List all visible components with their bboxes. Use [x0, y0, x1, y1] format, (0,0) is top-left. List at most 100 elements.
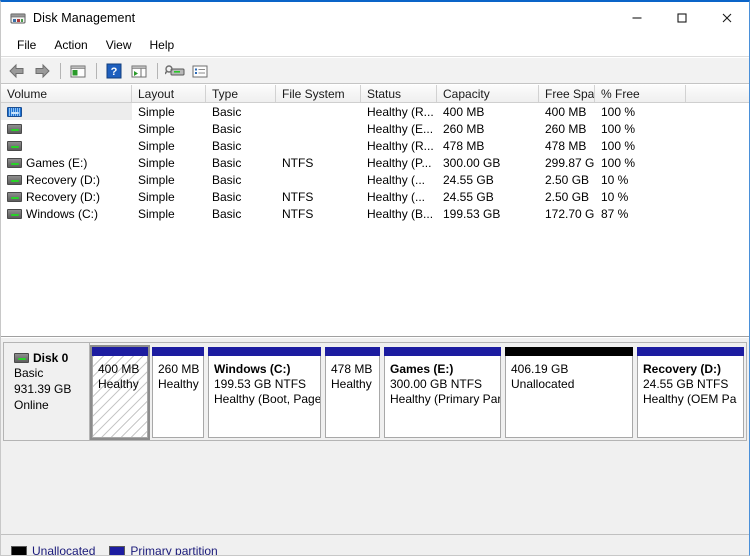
table-row[interactable]: Simple Basic Healthy (R... 400 MB 400 MB 100 … — [1, 103, 749, 120]
cell-file-system: NTFS — [282, 206, 314, 221]
cell-type: Basic — [212, 189, 242, 204]
cell-type: Basic — [212, 155, 242, 170]
properties-list-icon[interactable] — [188, 60, 212, 82]
up-one-level-icon[interactable] — [66, 60, 90, 82]
legend-swatch-primary-partition — [109, 546, 126, 555]
volume-drive-icon — [7, 140, 22, 151]
cell-file-system — [276, 137, 361, 154]
forward-arrow-icon[interactable] — [30, 60, 54, 82]
menu-file[interactable]: File — [8, 35, 45, 55]
cell-volume: Games (E:) — [1, 154, 132, 171]
cell-capacity: 478 MB — [443, 138, 485, 153]
maximize-button[interactable] — [659, 2, 704, 33]
partition-block[interactable]: Games (E:) 300.00 GB NTFS Healthy (Primary… — [384, 347, 501, 438]
cell-percent-free: 100 % — [601, 121, 636, 136]
partition-label: Games (E:) — [390, 362, 454, 376]
disk-info-panel[interactable]: Disk 0 Basic 931.39 GB Online — [3, 342, 90, 441]
cell-percent-free: 100 % — [601, 138, 636, 153]
table-row[interactable]: Recovery (D:) Simple Basic Healthy (... 24.5… — [1, 171, 749, 188]
partition-block[interactable]: 400 MB Healthy — [90, 345, 150, 440]
cell-type: Basic — [212, 172, 242, 187]
column-header-type[interactable]: Type — [206, 85, 276, 102]
volume-name: Games (E:) — [26, 155, 88, 170]
cell-layout: Simple — [138, 206, 175, 221]
partition-size: 199.53 GB NTFS — [214, 377, 307, 391]
partition-body: Windows (C:) 199.53 GB NTFS Healthy (Boot,… — [208, 356, 321, 438]
cell-free-space: 2.50 GB — [545, 172, 590, 187]
back-arrow-icon[interactable] — [5, 60, 29, 82]
volume-list-rows: Simple Basic Healthy (R... 400 MB 400 MB 100 … — [1, 103, 749, 222]
partition-status: Healthy — [158, 377, 199, 391]
column-header-volume[interactable]: Volume — [1, 85, 132, 102]
table-row[interactable]: Games (E:) Simple Basic NTFS Healthy (P... 30… — [1, 154, 749, 171]
cell-file-system — [276, 120, 361, 137]
toolbar-separator — [96, 62, 97, 79]
cell-layout: Simple — [138, 155, 175, 170]
cell-layout: Simple — [138, 189, 175, 204]
disk-status: Online — [14, 398, 49, 412]
cell-type: Basic — [212, 121, 242, 136]
cell-layout: Simple — [138, 121, 175, 136]
cell-volume: Recovery (D:) — [1, 188, 132, 205]
legend-bar: Unallocated Primary partition — [1, 534, 749, 555]
volume-name: Windows (C:) — [26, 206, 99, 221]
partition-type-bar — [505, 347, 633, 356]
cell-free-space: 299.87 GB — [545, 155, 595, 170]
legend-item-unallocated: Unallocated — [11, 544, 95, 555]
menu-view[interactable]: View — [97, 35, 141, 55]
column-header-capacity[interactable]: Capacity — [437, 85, 539, 102]
column-header-layout[interactable]: Layout — [132, 85, 206, 102]
volume-drive-icon — [7, 191, 22, 202]
partition-block[interactable]: Windows (C:) 199.53 GB NTFS Healthy (Boot,… — [208, 347, 321, 438]
cell-layout: Simple — [138, 172, 175, 187]
partition-label: Recovery (D:) — [643, 362, 722, 376]
table-row[interactable]: Recovery (D:) Simple Basic NTFS Healthy (...… — [1, 188, 749, 205]
close-button[interactable] — [704, 2, 749, 33]
cell-free-space: 2.50 GB — [545, 189, 590, 204]
help-question-icon[interactable]: ? — [102, 60, 126, 82]
legend-label-unallocated: Unallocated — [32, 544, 96, 555]
toolbar-separator — [157, 62, 158, 79]
partition-block[interactable]: Recovery (D:) 24.55 GB NTFS Healthy (OEM P… — [637, 347, 744, 438]
partition-status: Healthy — [98, 377, 139, 391]
menu-action[interactable]: Action — [45, 35, 96, 55]
partition-type-bar — [208, 347, 321, 356]
rescan-disks-icon[interactable] — [163, 60, 187, 82]
minimize-button[interactable] — [614, 2, 659, 33]
cell-status: Healthy (B... — [367, 206, 434, 221]
cell-file-system: NTFS — [282, 155, 314, 170]
cell-percent-free: 100 % — [601, 104, 636, 119]
cell-percent-free: 87 % — [601, 206, 629, 221]
column-header-percent-free[interactable]: % Free — [595, 85, 686, 102]
cell-percent-free: 10 % — [601, 172, 629, 187]
disk-size: 931.39 GB — [14, 382, 72, 396]
column-header-free-space[interactable]: Free Spa... — [539, 85, 595, 102]
column-header-file-system[interactable]: File System — [276, 85, 361, 102]
cell-capacity: 199.53 GB — [443, 206, 501, 221]
menu-bar: File Action View Help — [1, 33, 749, 57]
partition-type-bar — [325, 347, 380, 356]
table-row[interactable]: Simple Basic Healthy (E... 260 MB 260 MB 100 … — [1, 120, 749, 137]
column-header-status[interactable]: Status — [361, 85, 437, 102]
table-row[interactable]: Windows (C:) Simple Basic NTFS Healthy (B...… — [1, 205, 749, 222]
volume-list-header: Volume Layout Type File System Status Ca… — [1, 85, 749, 103]
partition-status: Unallocated — [511, 377, 575, 391]
cell-type: Basic — [212, 104, 242, 119]
partition-status: Healthy (Boot, Page — [214, 392, 321, 406]
partition-block[interactable]: 478 MB Healthy — [325, 347, 380, 438]
legend-swatch-unallocated — [11, 546, 27, 555]
cell-free-space: 400 MB — [545, 104, 587, 119]
table-row[interactable]: Simple Basic Healthy (R... 478 MB 478 MB 100 … — [1, 137, 749, 154]
volume-drive-icon — [7, 123, 22, 134]
partition-block[interactable]: 406.19 GB Unallocated — [505, 347, 633, 438]
menu-help[interactable]: Help — [141, 35, 184, 55]
cell-file-system — [276, 171, 361, 188]
show-hide-console-tree-icon[interactable] — [127, 60, 151, 82]
disk-icon — [14, 353, 29, 363]
cell-volume — [1, 137, 132, 154]
partition-block[interactable]: 260 MB Healthy — [152, 347, 204, 438]
partition-strip: 400 MB Healthy 260 MB Healthy Windows (C:) 19… — [90, 342, 747, 441]
column-header-filler — [686, 85, 749, 102]
volume-drive-icon — [7, 106, 22, 117]
partition-size: 400 MB — [98, 362, 140, 376]
